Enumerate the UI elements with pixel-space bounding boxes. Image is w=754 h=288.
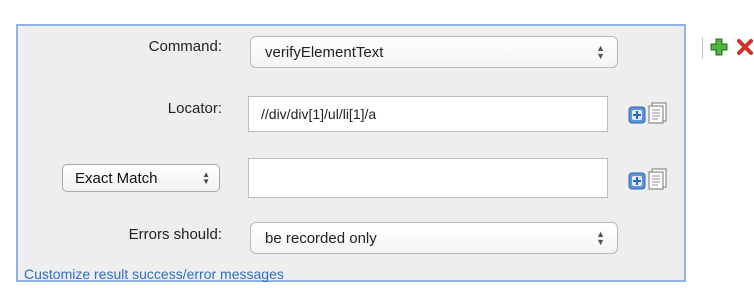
command-select[interactable]: verifyElementText ▲ ▼ (250, 36, 618, 68)
errors-value: be recorded only (265, 229, 377, 247)
plus-square-icon[interactable] (628, 106, 646, 129)
match-value-input[interactable] (248, 158, 608, 198)
select-arrows-icon: ▲ ▼ (202, 170, 210, 186)
errors-label: Errors should: (128, 226, 222, 243)
add-step-icon[interactable] (710, 38, 728, 61)
select-arrows-icon: ▲ ▼ (596, 229, 605, 247)
notepad-icon[interactable] (648, 168, 668, 195)
divider (702, 38, 703, 58)
customize-messages-link[interactable]: Customize result success/error messages (24, 266, 284, 282)
errors-select[interactable]: be recorded only ▲ ▼ (250, 222, 618, 254)
command-label: Command: (148, 38, 222, 55)
select-arrows-icon: ▲ ▼ (596, 43, 605, 61)
plus-square-icon[interactable] (628, 172, 646, 195)
notepad-icon[interactable] (648, 102, 668, 129)
match-type-select[interactable]: Exact Match ▲ ▼ (62, 164, 220, 192)
locator-label: Locator: (167, 100, 222, 117)
locator-value: //div/div[1]/ul/li[1]/a (261, 106, 377, 122)
step-editor-panel: Command: verifyElementText ▲ ▼ Locator: /… (16, 24, 686, 282)
locator-input[interactable]: //div/div[1]/ul/li[1]/a (248, 96, 608, 132)
match-type-value: Exact Match (75, 169, 158, 187)
command-value: verifyElementText (265, 43, 384, 61)
delete-step-icon[interactable] (736, 38, 754, 61)
